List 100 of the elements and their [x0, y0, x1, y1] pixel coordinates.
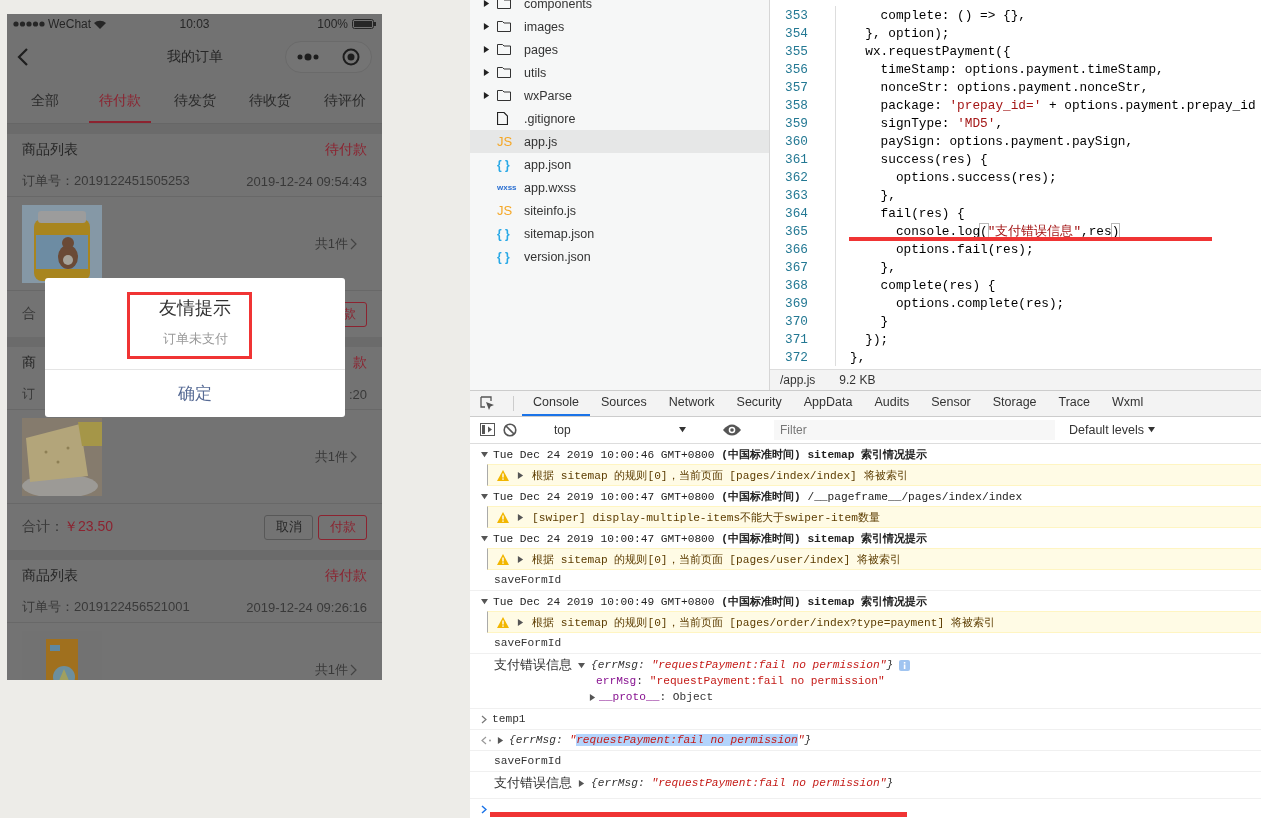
- total-label: 合: [22, 305, 36, 323]
- order-status: 待付款: [325, 567, 367, 585]
- caret-icon[interactable]: [517, 471, 524, 479]
- levels-dropdown[interactable]: Default levels: [1063, 421, 1162, 438]
- caret-icon[interactable]: [578, 779, 585, 787]
- line-number: 367: [784, 259, 809, 275]
- line-number: 361: [784, 151, 809, 167]
- caret-icon[interactable]: [481, 534, 488, 542]
- warning-icon: [497, 469, 509, 481]
- status-time: 10:03: [179, 17, 210, 31]
- back-icon[interactable]: [17, 47, 29, 67]
- inspect-icon[interactable]: [480, 395, 495, 411]
- line-number: 371: [784, 331, 809, 347]
- caret-icon[interactable]: [481, 492, 488, 500]
- signal-icon: [13, 21, 45, 27]
- clear-icon[interactable]: [503, 422, 517, 437]
- line-number: 358: [784, 97, 809, 113]
- warning-message: [swiper] display-multiple-items不能大于swiper-item数量: [532, 510, 880, 525]
- order-status: 待付款: [325, 141, 367, 159]
- code-line: timeStamp: options.payment.timeStamp,: [879, 61, 1164, 77]
- caret-icon[interactable]: [497, 736, 504, 744]
- caret-icon[interactable]: [483, 23, 490, 30]
- devtools-tab[interactable]: Trace: [1047, 391, 1102, 416]
- devtools-tab[interactable]: Audits: [863, 391, 921, 416]
- file-tree-item[interactable]: { } app.json: [470, 153, 769, 176]
- line-number: 366: [784, 241, 809, 257]
- sidebar-toggle-icon[interactable]: [480, 423, 495, 437]
- file-type-icon: JS: [497, 134, 513, 149]
- page-title: 我的订单: [166, 48, 223, 66]
- total-label: 合计：: [22, 518, 64, 536]
- file-tree-item[interactable]: JS siteinfo.js: [470, 199, 769, 222]
- code-line: paySign: options.payment.paySign,: [879, 133, 1134, 149]
- caret-icon[interactable]: [481, 597, 488, 605]
- line-number: 353: [784, 7, 809, 23]
- file-tree-item[interactable]: images: [470, 15, 769, 38]
- devtools-tab[interactable]: Network: [657, 391, 726, 416]
- devtools-tab[interactable]: AppData: [792, 391, 864, 416]
- devtools-tab[interactable]: Storage: [981, 391, 1048, 416]
- prompt-icon[interactable]: [481, 804, 487, 814]
- caret-icon[interactable]: [517, 618, 524, 626]
- file-tree-item[interactable]: { } version.json: [470, 245, 769, 268]
- line-number: 360: [784, 133, 809, 149]
- group-header: Tue Dec 24 2019 10:00:47 GMT+0800 (中国标准时间) /__pageframe__/pages/index/index: [493, 489, 1023, 504]
- devtools-tab[interactable]: Wxml: [1101, 391, 1155, 416]
- eye-icon[interactable]: [723, 423, 741, 436]
- caret-icon[interactable]: [483, 69, 490, 76]
- filter-field[interactable]: Filter: [774, 419, 1055, 440]
- caret-icon[interactable]: [589, 693, 596, 701]
- context-dropdown[interactable]: top: [550, 419, 690, 440]
- capsule-menu[interactable]: [285, 41, 372, 73]
- code-line: },: [879, 259, 896, 275]
- caret-icon[interactable]: [483, 0, 490, 7]
- file-tree-item[interactable]: JS app.js: [470, 130, 769, 153]
- line-number: 356: [784, 61, 809, 77]
- caret-icon[interactable]: [483, 46, 490, 53]
- chevron-icon: [481, 714, 487, 724]
- file-tree-item[interactable]: components: [470, 0, 769, 15]
- code-line: });: [864, 331, 889, 347]
- devtools-tab[interactable]: Security: [725, 391, 793, 416]
- battery-icon: [352, 19, 376, 29]
- line-number: 369: [784, 295, 809, 311]
- caret-icon[interactable]: [483, 92, 490, 99]
- folder-icon: [497, 21, 511, 32]
- file-tree-item[interactable]: wxss app.wxss: [470, 176, 769, 199]
- caret-icon[interactable]: [517, 555, 524, 563]
- warning-message: 根据 sitemap 的规则[0]，当前页面 [pages/index/index] 将被索引: [532, 468, 908, 483]
- file-tree-item[interactable]: pages: [470, 38, 769, 61]
- file-type-icon: { }: [497, 226, 510, 241]
- order-time: 2019-12-24 09:54:43: [246, 173, 367, 189]
- group-header: Tue Dec 24 2019 10:00:49 GMT+0800 (中国标准时间) sitemap 索引情况提示: [493, 594, 928, 609]
- object-property[interactable]: __proto__: Object: [599, 691, 714, 703]
- code-line: wx.requestPayment({: [864, 43, 1011, 59]
- file-tree-item[interactable]: .gitignore: [470, 107, 769, 130]
- caret-icon[interactable]: [481, 450, 488, 458]
- file-path: /app.js: [780, 373, 816, 387]
- code-line: complete: () => {},: [879, 7, 1026, 23]
- caret-icon[interactable]: [578, 661, 585, 669]
- file-tree-item[interactable]: utils: [470, 61, 769, 84]
- line-number: 370: [784, 313, 809, 329]
- order-heading: 商: [22, 354, 36, 372]
- caret-icon[interactable]: [517, 513, 524, 521]
- object-preview: {errMsg: "requestPayment:fail no permission"}: [591, 777, 894, 789]
- code-line: },: [879, 187, 896, 203]
- line-number: 368: [784, 277, 809, 293]
- file-type-icon: JS: [497, 203, 513, 218]
- file-tree-item[interactable]: wxParse: [470, 84, 769, 107]
- folder-icon: [497, 0, 511, 9]
- wifi-icon: [94, 19, 107, 29]
- file-tree-item[interactable]: { } sitemap.json: [470, 222, 769, 245]
- confirm-button[interactable]: 确定: [45, 369, 345, 417]
- devtools-tab[interactable]: Sensor: [920, 391, 982, 416]
- devtools-tab[interactable]: Sources: [589, 391, 658, 416]
- order-time: :20: [348, 386, 367, 402]
- devtools-tab[interactable]: Console: [522, 391, 590, 416]
- close-icon[interactable]: [341, 48, 360, 66]
- return-icon: [481, 735, 492, 745]
- order-heading: 商品列表: [22, 567, 78, 585]
- more-icon[interactable]: [297, 53, 320, 61]
- total-price: ￥23.50: [64, 518, 114, 536]
- code-line: package: 'prepay_id=' + options.payment.prepay_id: [879, 97, 1256, 113]
